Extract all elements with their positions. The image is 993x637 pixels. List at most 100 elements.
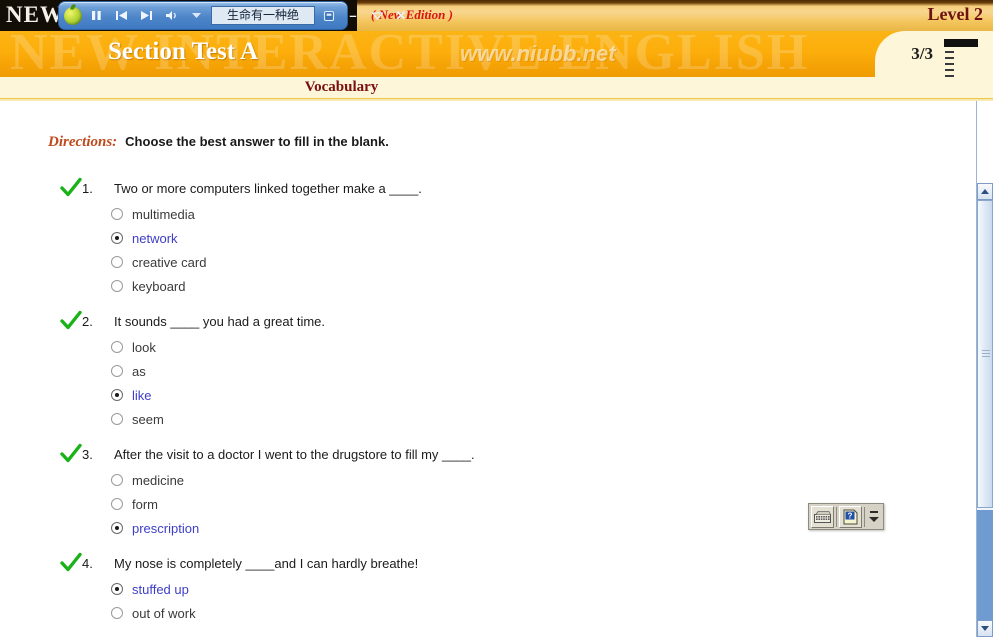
question-text: After the visit to a doctor I went to th… (114, 447, 475, 462)
answer-option[interactable]: stuffed up (0, 577, 962, 601)
directions-label: Directions: (48, 134, 118, 150)
previous-track-icon[interactable] (111, 6, 132, 26)
answer-option-label[interactable]: stuffed up (132, 582, 189, 597)
radio-button[interactable] (111, 232, 123, 244)
spinner-down-triangle (869, 517, 879, 522)
question-text: Two or more computers linked together ma… (114, 181, 422, 196)
question-number: 4. (82, 556, 93, 571)
help-question-icon[interactable]: ? (839, 505, 862, 528)
close-icon[interactable]: ✕ (391, 6, 411, 26)
answer-option[interactable]: creative card (0, 250, 962, 274)
answer-option-label[interactable]: seem (132, 412, 164, 427)
chevron-down-icon[interactable] (186, 6, 207, 26)
page-title: Section Test A (108, 38, 259, 65)
question-text: My nose is completely ____and I can hard… (114, 556, 419, 571)
question-number: 3. (82, 447, 93, 462)
scrollbar-track-upper[interactable] (977, 101, 993, 183)
radio-button[interactable] (111, 365, 123, 377)
up-triangle (981, 189, 989, 194)
question-text: It sounds ____ you had a great time. (114, 314, 326, 329)
green-check-icon (60, 310, 82, 332)
track-title-field[interactable]: 生命有一种绝 (211, 6, 315, 25)
radio-button[interactable] (111, 474, 123, 486)
tab-marker-dash (945, 51, 954, 53)
level-label: Level 2 (927, 4, 984, 24)
answer-option[interactable]: out of work (0, 601, 962, 625)
question-header: 3. After the visit to a doctor I went to … (0, 443, 962, 468)
toolbar-divider (864, 506, 865, 527)
os-top-bar: NEW ( New Edition ) Level 2 生命有一种绝 – ✕ (0, 0, 993, 31)
answer-option[interactable]: as (0, 359, 962, 383)
answer-option-label[interactable]: form (132, 497, 158, 512)
scroll-up-arrow-icon[interactable] (977, 183, 993, 200)
tab-marker-dash (945, 63, 954, 65)
pause-icon[interactable] (86, 6, 107, 26)
directions: Directions: Choose the best answer to fil… (48, 133, 389, 151)
question-number: 2. (82, 314, 93, 329)
radio-button[interactable] (111, 341, 123, 353)
keyboard-icon[interactable] (811, 505, 834, 528)
watermark-url: www.niubb.net (460, 41, 616, 66)
question-number: 1. (82, 181, 93, 196)
answer-option-label[interactable]: like (132, 388, 152, 403)
radio-button[interactable] (111, 413, 123, 425)
floating-tool-palette[interactable]: ? (808, 503, 884, 530)
radio-button[interactable] (111, 498, 123, 510)
spinner-updown-icon[interactable] (867, 506, 881, 528)
answer-option-label[interactable]: prescription (132, 521, 199, 536)
minimize-button[interactable]: – (343, 6, 363, 26)
green-check-icon (60, 177, 82, 199)
title-banner: ( New Edition ) Level 2 (357, 0, 993, 31)
answer-option-label[interactable]: keyboard (132, 279, 185, 294)
app-brand-label: NEW (6, 2, 64, 27)
answer-option-label[interactable]: creative card (132, 255, 206, 270)
radio-button[interactable] (111, 256, 123, 268)
answer-option[interactable]: medicine (0, 468, 962, 492)
answer-option-label[interactable]: as (132, 364, 146, 379)
green-check-icon (60, 552, 82, 574)
radio-button[interactable] (111, 583, 123, 595)
answer-option-label[interactable]: multimedia (132, 207, 195, 222)
answer-option-label[interactable]: out of work (132, 606, 196, 621)
restore-window-icon[interactable] (319, 6, 339, 26)
answer-option-label[interactable]: look (132, 340, 156, 355)
question-header: 2. It sounds ____ you had a great time. (0, 310, 962, 335)
next-track-icon[interactable] (136, 6, 157, 26)
question-header: 1. Two or more computers linked together … (0, 177, 962, 202)
quiz-content-area: Directions: Choose the best answer to fil… (0, 101, 962, 637)
scroll-down-arrow-icon[interactable] (977, 620, 993, 637)
radio-button[interactable] (111, 607, 123, 619)
green-check-icon (60, 443, 82, 465)
question-list: 1. Two or more computers linked together … (0, 177, 962, 637)
svg-text:?: ? (848, 511, 853, 520)
scrollbar-track-lower[interactable] (977, 510, 993, 620)
volume-icon[interactable] (161, 6, 182, 26)
section-subtitle: Vocabulary (304, 79, 379, 95)
down-triangle (981, 626, 989, 631)
media-player-toolbar[interactable]: 生命有一种绝 – ✕ (58, 1, 406, 30)
chevron-down-icon[interactable] (367, 6, 387, 26)
directions-text: Choose the best answer to fill in the bl… (125, 134, 389, 149)
radio-button[interactable] (111, 522, 123, 534)
answer-option[interactable]: multimedia (0, 202, 962, 226)
page-tab-marker[interactable] (944, 39, 980, 77)
scrollbar-thumb[interactable] (977, 200, 993, 508)
radio-button[interactable] (111, 208, 123, 220)
answer-option[interactable]: keyboard (0, 274, 962, 298)
radio-button[interactable] (111, 389, 123, 401)
answer-option-label[interactable]: network (132, 231, 178, 246)
page-indicator: 3/3 (911, 44, 933, 63)
answer-option[interactable]: look (0, 335, 962, 359)
answer-option[interactable]: network (0, 226, 962, 250)
tab-marker-bar (944, 39, 978, 47)
tab-marker-dash (945, 57, 954, 59)
question-item: 4. My nose is completely ____and I can ha… (0, 552, 962, 625)
page-header: NEW INTERACTIVE ENGLISH Section Test A w… (0, 31, 993, 77)
tab-marker-dash (945, 69, 954, 71)
answer-option[interactable]: like (0, 383, 962, 407)
vertical-scrollbar[interactable] (976, 101, 993, 637)
answer-option[interactable]: seem (0, 407, 962, 431)
question-item: 1. Two or more computers linked together … (0, 177, 962, 298)
answer-option-label[interactable]: medicine (132, 473, 184, 488)
radio-button[interactable] (111, 280, 123, 292)
